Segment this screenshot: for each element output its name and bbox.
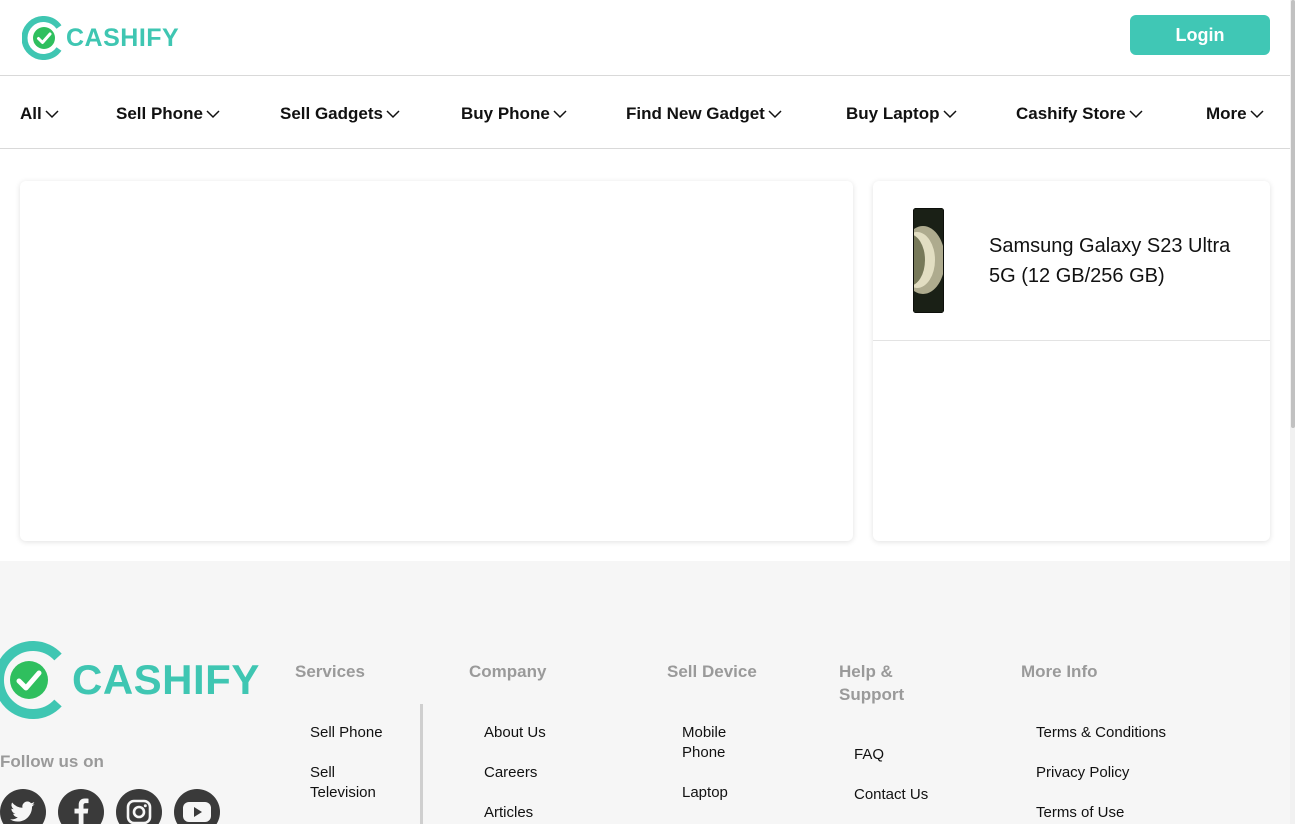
phone-image-graphic (913, 208, 944, 313)
product-card: Samsung Galaxy S23 Ultra 5G (12 GB/256 G… (873, 181, 1270, 541)
nav-item-sell-gadgets[interactable]: Sell Gadgets (280, 104, 400, 124)
footer-col-title-services: Services (295, 662, 365, 681)
nav-item-cashify-store[interactable]: Cashify Store (1016, 104, 1143, 124)
chevron-down-icon (1250, 110, 1264, 119)
nav-item-buy-laptop[interactable]: Buy Laptop (846, 104, 957, 124)
footer-link-terms-of-use[interactable]: Terms of Use (1036, 803, 1124, 823)
product-item[interactable]: Samsung Galaxy S23 Ultra 5G (12 GB/256 G… (873, 181, 1270, 341)
nav-item-all[interactable]: All (20, 104, 59, 124)
nav-item-label: All (20, 104, 42, 123)
nav-item-label: Cashify Store (1016, 104, 1126, 123)
footer-divider (420, 704, 423, 824)
product-name[interactable]: Samsung Galaxy S23 Ultra 5G (12 GB/256 G… (989, 231, 1259, 291)
footer-col-title-sell-device: Sell Device (667, 662, 757, 681)
cashify-logo-mark-icon (22, 16, 62, 60)
product-image (913, 208, 944, 313)
footer-col-title-company: Company (469, 662, 547, 681)
nav-item-label: Sell Gadgets (280, 104, 383, 123)
nav-item-label: Buy Phone (461, 104, 550, 123)
footer-logo-wordmark: CASHIFY (72, 656, 260, 703)
twitter-icon[interactable] (0, 789, 46, 824)
footer-link-mobile-phone[interactable]: Mobile Phone (682, 723, 752, 763)
footer-link-sell-phone[interactable]: Sell Phone (310, 723, 383, 743)
nav-item-label: More (1206, 104, 1247, 123)
footer-link-articles[interactable]: Articles (484, 803, 533, 823)
footer-link-about-us[interactable]: About Us (484, 723, 546, 743)
footer-col-title-help-support: Help & Support (839, 662, 905, 704)
footer-link-contact-us[interactable]: Contact Us (854, 785, 928, 805)
nav-item-sell-phone[interactable]: Sell Phone (116, 104, 220, 124)
footer-link-privacy-policy[interactable]: Privacy Policy (1036, 763, 1129, 783)
site-header: CASHIFY Login (0, 0, 1290, 76)
nav-item-label: Buy Laptop (846, 104, 940, 123)
footer-link-terms-conditions[interactable]: Terms & Conditions (1036, 723, 1166, 743)
site-footer: CASHIFY Follow us on Services Sell Phone… (0, 561, 1290, 824)
nav-item-label: Find New Gadget (626, 104, 765, 123)
footer-link-careers[interactable]: Careers (484, 763, 537, 783)
nav-item-find-new-gadget[interactable]: Find New Gadget (626, 104, 782, 124)
main-nav: All Sell Phone Sell Gadgets Buy Phone Fi… (0, 76, 1290, 149)
nav-item-more[interactable]: More (1206, 104, 1264, 124)
chevron-down-icon (206, 110, 220, 119)
chevron-down-icon (942, 110, 957, 119)
footer-link-laptop[interactable]: Laptop (682, 783, 728, 803)
social-links (0, 789, 220, 824)
chevron-down-icon (45, 110, 59, 119)
youtube-icon[interactable] (174, 789, 220, 824)
nav-item-label: Sell Phone (116, 104, 203, 123)
facebook-icon[interactable] (58, 789, 104, 824)
page-scrollbar-thumb[interactable] (1291, 0, 1295, 428)
main-content: Samsung Galaxy S23 Ultra 5G (12 GB/256 G… (0, 149, 1290, 561)
follow-us-label: Follow us on (0, 752, 104, 771)
chevron-down-icon (1129, 110, 1143, 119)
cashify-logo-mark-icon (0, 641, 62, 719)
instagram-icon[interactable] (116, 789, 162, 824)
nav-item-buy-phone[interactable]: Buy Phone (461, 104, 567, 124)
logo-wordmark: CASHIFY (66, 23, 180, 52)
chevron-down-icon (386, 110, 400, 119)
footer-link-sell-television[interactable]: Sell Television (310, 763, 400, 803)
chevron-down-icon (553, 110, 567, 119)
content-card (20, 181, 853, 541)
footer-logo[interactable]: CASHIFY (0, 639, 260, 721)
cashify-logo[interactable]: CASHIFY (22, 14, 179, 62)
footer-col-title-more-info: More Info (1021, 662, 1098, 681)
login-button[interactable]: Login (1130, 15, 1270, 55)
chevron-down-icon (768, 110, 782, 119)
footer-link-faq[interactable]: FAQ (854, 745, 884, 765)
